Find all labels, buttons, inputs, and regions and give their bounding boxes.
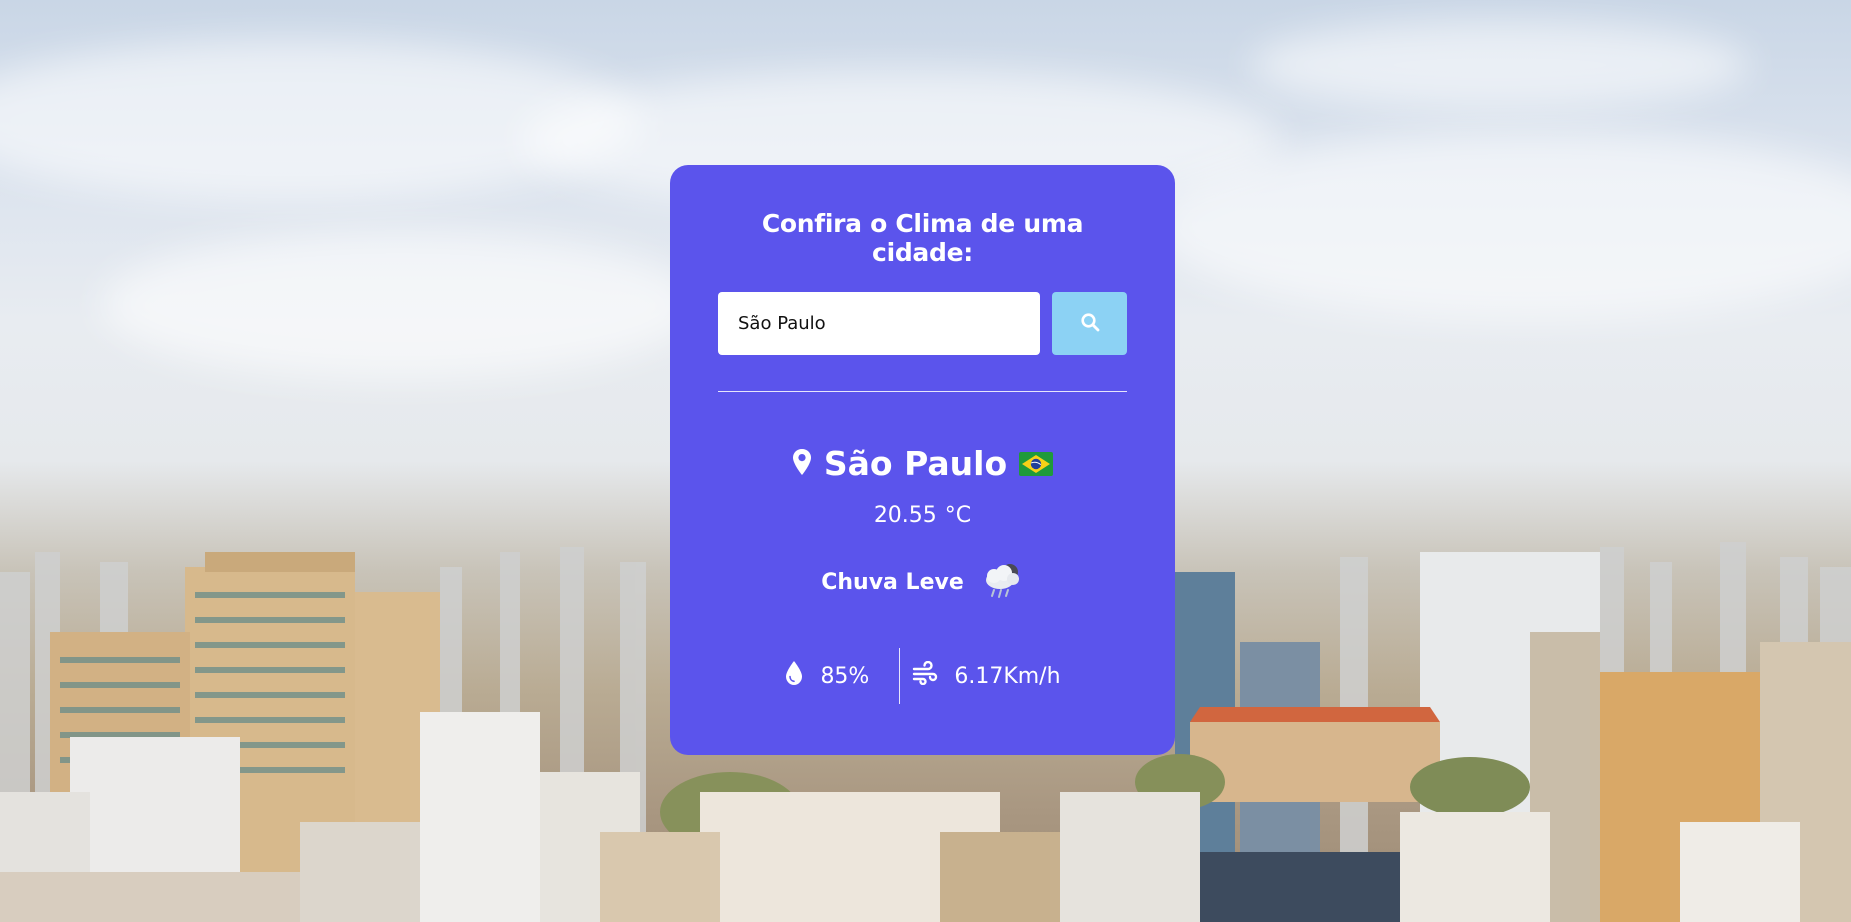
humidity: 85%: [784, 660, 869, 692]
city-search-input[interactable]: [718, 292, 1040, 355]
divider: [718, 391, 1127, 392]
humidity-value: 85%: [820, 663, 870, 689]
stats-row: 85% 6.17Km/h: [718, 648, 1127, 704]
city-name: São Paulo: [823, 444, 1008, 483]
search-icon: [1080, 312, 1100, 335]
wind-value: 6.17Km/h: [954, 663, 1061, 689]
city-row: São Paulo: [718, 444, 1127, 483]
wind-icon: [912, 660, 938, 691]
weather-condition: Chuva Leve: [821, 569, 964, 595]
temperature-unit: °C: [944, 503, 972, 528]
map-pin-icon: [792, 448, 812, 480]
weather-card: Confira o Clima de uma cidade: São Paulo: [670, 165, 1175, 755]
condition-row: Chuva Leve: [718, 560, 1127, 604]
stat-divider: [899, 648, 901, 704]
temperature: 20.55 °C: [718, 503, 1127, 528]
rain-cloud-icon: [980, 560, 1024, 604]
card-title: Confira o Clima de uma cidade:: [761, 209, 1084, 267]
search-button[interactable]: [1052, 292, 1127, 355]
search-row: [718, 292, 1127, 355]
wind: 6.17Km/h: [912, 660, 1061, 691]
brazil-flag-icon: [1019, 451, 1054, 476]
temperature-value: 20.55: [873, 503, 937, 528]
droplet-icon: [784, 660, 804, 692]
